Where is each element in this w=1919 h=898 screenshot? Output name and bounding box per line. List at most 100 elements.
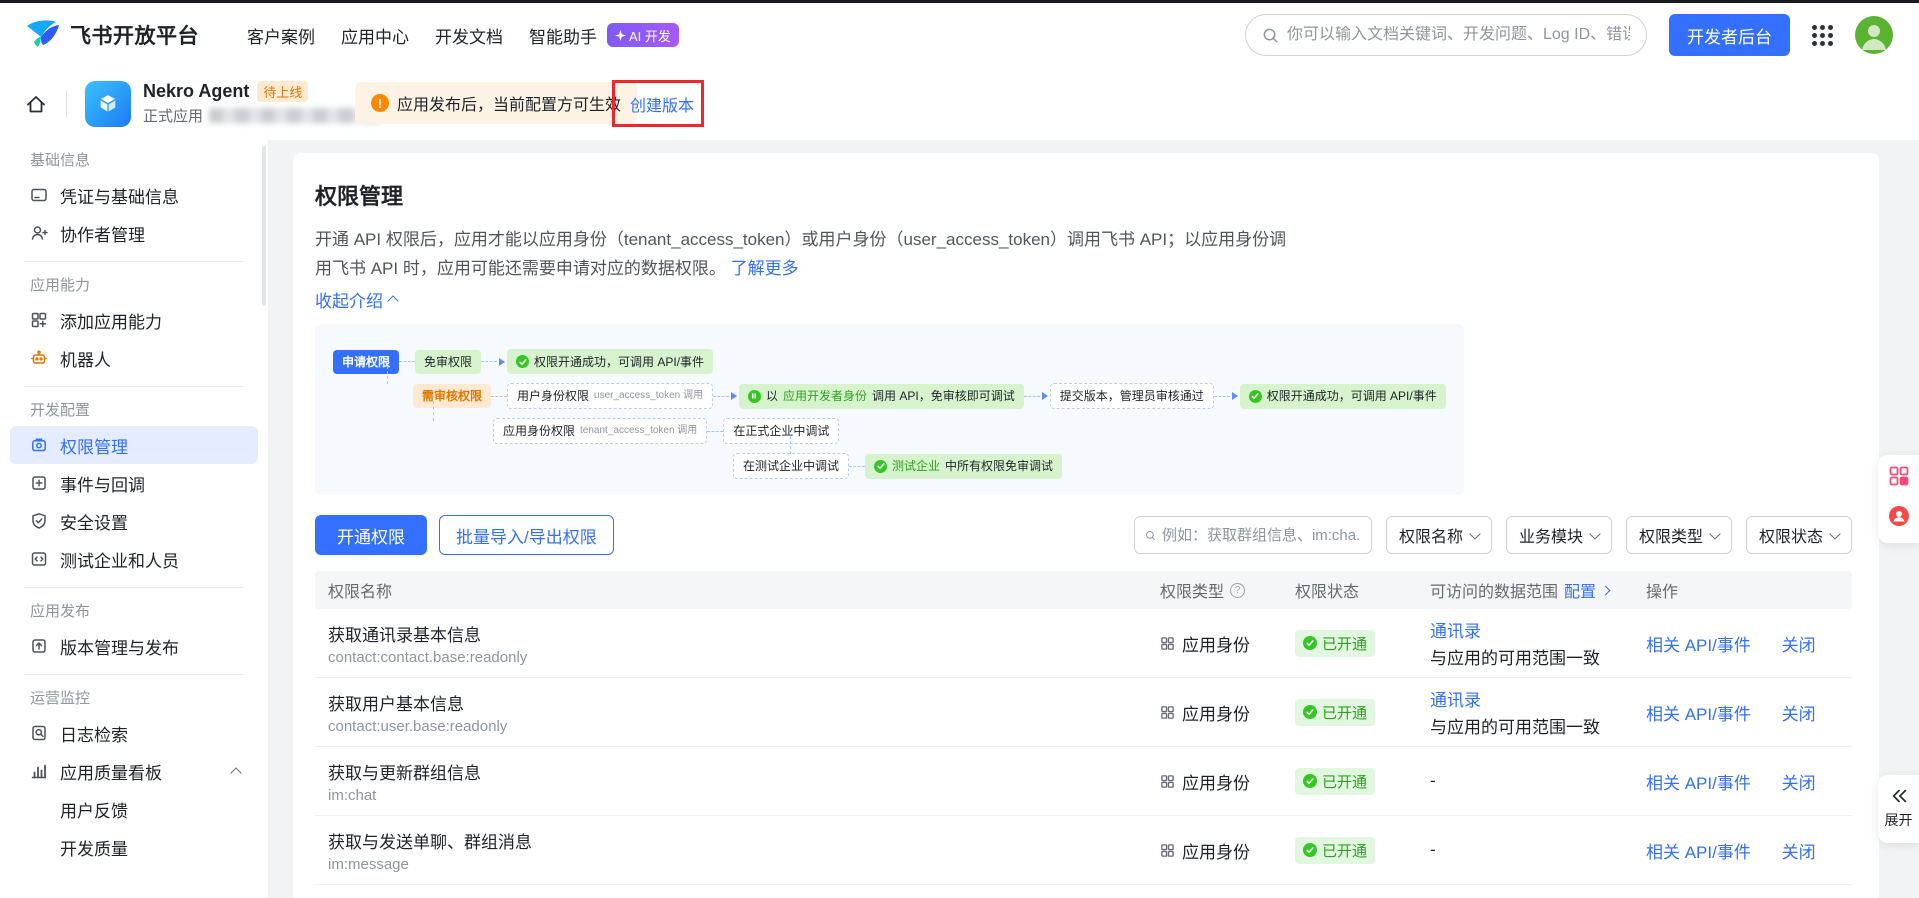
divider	[66, 91, 67, 117]
related-api-link[interactable]: 相关 API/事件	[1646, 774, 1751, 793]
info-icon[interactable]: ?	[1230, 583, 1245, 598]
scope-config-link[interactable]: 配置	[1564, 578, 1596, 602]
learn-more-link[interactable]: 了解更多	[731, 259, 799, 278]
grid4-icon	[1160, 705, 1175, 720]
flow-row-4: 在测试企业中调试 测试企业中所有权限免审调试	[733, 453, 1446, 479]
permission-name-cell: 获取通讯录基本信息 contact:contact.base:readonly	[328, 621, 1160, 666]
search-icon	[1145, 528, 1156, 543]
flow-row-1: 申请权限 免审权限 权限开通成功，可调用 API/事件	[333, 349, 1446, 374]
nav-item-app-center[interactable]: 应用中心	[341, 23, 409, 48]
close-permission-link[interactable]: 关闭	[1782, 843, 1816, 862]
permission-search-input[interactable]	[1162, 527, 1361, 544]
nav-item-ai-assistant[interactable]: 智能助手	[529, 23, 597, 48]
related-api-link[interactable]: 相关 API/事件	[1646, 705, 1751, 724]
sidebar-scrollbar[interactable]	[262, 146, 266, 306]
test-enterprise-link[interactable]: 测试企业	[892, 460, 940, 472]
flow-node-review: 需审核权限	[413, 384, 491, 408]
flow-node-no-review: 免审权限	[415, 350, 481, 374]
sidebar-item-events-callbacks[interactable]: 事件与回调	[10, 464, 258, 502]
ai-dev-badge[interactable]: AI 开发	[607, 23, 679, 47]
sidebar-item-dev-quality[interactable]: 开发质量	[10, 828, 258, 866]
flow-connector	[387, 366, 388, 384]
nav-item-dev-docs[interactable]: 开发文档	[435, 23, 503, 48]
flow-row-3: 应用身份权限 tenant_access_token 调用 在正式企业中调试	[493, 418, 1446, 444]
open-permission-button[interactable]: 开通权限	[315, 515, 427, 555]
chevron-up-icon[interactable]	[232, 766, 240, 777]
apps-grid-icon[interactable]	[1812, 25, 1833, 46]
robot-icon	[30, 349, 48, 367]
flow-node-user-identity: 用户身份权限 user_access_token 调用	[507, 383, 713, 409]
filter-business-module[interactable]: 业务模块	[1506, 516, 1612, 554]
sidebar-item-log-search[interactable]: 日志检索	[10, 714, 258, 752]
expand-panel-button[interactable]: 展开	[1878, 775, 1919, 843]
sidebar-item-bot[interactable]: 机器人	[10, 339, 258, 377]
scope-link[interactable]: 通讯录	[1430, 691, 1481, 710]
code-icon	[30, 550, 48, 568]
user-avatar[interactable]	[1855, 16, 1893, 54]
sidebar-item-security-settings[interactable]: 安全设置	[10, 502, 258, 540]
sidebar-item-test-enterprise[interactable]: 测试企业和人员	[10, 540, 258, 578]
collapse-left-icon	[1890, 788, 1908, 804]
close-permission-link[interactable]: 关闭	[1782, 774, 1816, 793]
related-api-link[interactable]: 相关 API/事件	[1646, 636, 1751, 655]
grid4-icon	[1160, 843, 1175, 858]
chevron-up-icon	[387, 295, 398, 306]
app-cube-icon	[85, 81, 131, 127]
nav-item-customer-cases[interactable]: 客户案例	[247, 23, 315, 48]
table-toolbar: 开通权限 批量导入/导出权限 权限名称 业务模块 权限类型 权限状态	[315, 515, 1852, 555]
close-permission-link[interactable]: 关闭	[1782, 705, 1816, 724]
permission-type-cell: 应用身份	[1160, 700, 1295, 725]
promo-badge-icon[interactable]	[1887, 504, 1911, 533]
sidebar: 基础信息 凭证与基础信息 协作者管理 应用能力 添加应用能力 机器人 开发配置 …	[0, 140, 269, 898]
table-row: 获取与更新群组信息 im:chat 应用身份 已开通 - 相关 API/事件 关…	[315, 747, 1852, 816]
global-search-input[interactable]	[1287, 26, 1630, 44]
batch-import-export-button[interactable]: 批量导入/导出权限	[439, 515, 614, 555]
brand[interactable]: 飞书开放平台	[26, 18, 199, 53]
filter-permission-type[interactable]: 权限类型	[1626, 516, 1732, 554]
sidebar-item-collaborators[interactable]: 协作者管理	[10, 214, 258, 252]
collapse-intro-link[interactable]: 收起介绍	[315, 287, 1852, 312]
divider	[24, 587, 244, 588]
sidebar-section-basic-info: 基础信息	[0, 146, 268, 176]
sidebar-item-quality-dashboard[interactable]: 应用质量看板	[10, 752, 258, 790]
permission-status-cell: 已开通	[1295, 630, 1430, 657]
flow-connector	[491, 396, 507, 397]
shield-check-icon	[30, 512, 48, 530]
filter-permission-status[interactable]: 权限状态	[1746, 516, 1852, 554]
sidebar-item-add-capability[interactable]: 添加应用能力	[10, 301, 258, 339]
promo-grid-icon[interactable]	[1888, 465, 1910, 492]
warning-text: 应用发布后，当前配置方可生效	[397, 91, 621, 115]
permission-name-cell: 获取与更新群组信息 im:chat	[328, 759, 1160, 804]
related-api-link[interactable]: 相关 API/事件	[1646, 843, 1751, 862]
filter-permission-name[interactable]: 权限名称	[1386, 516, 1492, 554]
home-icon[interactable]	[24, 92, 48, 116]
flow-connector	[481, 361, 497, 362]
app-info: Nekro Agent 待上线 正式应用	[143, 81, 381, 126]
close-permission-link[interactable]: 关闭	[1782, 636, 1816, 655]
brand-name: 飞书开放平台	[70, 20, 199, 50]
sidebar-item-version-management[interactable]: 版本管理与发布	[10, 627, 258, 665]
permission-search[interactable]	[1134, 516, 1372, 554]
permission-status-cell: 已开通	[1295, 768, 1430, 795]
status-badge: 已开通	[1295, 699, 1375, 726]
flow-node-test-debug: 在测试企业中调试	[733, 453, 849, 479]
global-search[interactable]	[1245, 14, 1647, 56]
sidebar-item-permission-management[interactable]: 权限管理	[10, 426, 258, 464]
scope-link[interactable]: 通讯录	[1430, 622, 1481, 641]
divider	[24, 261, 244, 262]
chart-icon	[30, 762, 48, 780]
pause-circle-icon	[748, 390, 761, 403]
feishu-logo-icon	[26, 18, 60, 53]
actions-cell: 相关 API/事件 关闭	[1646, 631, 1852, 656]
check-circle-icon	[1249, 390, 1262, 403]
sidebar-item-user-feedback[interactable]: 用户反馈	[10, 790, 258, 828]
sidebar-item-credentials[interactable]: 凭证与基础信息	[10, 176, 258, 214]
dev-identity-link[interactable]: 应用开发者身份	[783, 390, 867, 402]
search-icon	[1262, 27, 1279, 44]
flow-node-tenant-identity: 应用身份权限 tenant_access_token 调用	[493, 418, 707, 444]
create-version-link[interactable]: 创建版本	[630, 67, 694, 140]
col-actions: 操作	[1646, 578, 1852, 602]
developer-console-button[interactable]: 开发者后台	[1669, 14, 1790, 56]
app-type-label: 正式应用	[143, 105, 203, 126]
flow-connector	[790, 436, 791, 454]
